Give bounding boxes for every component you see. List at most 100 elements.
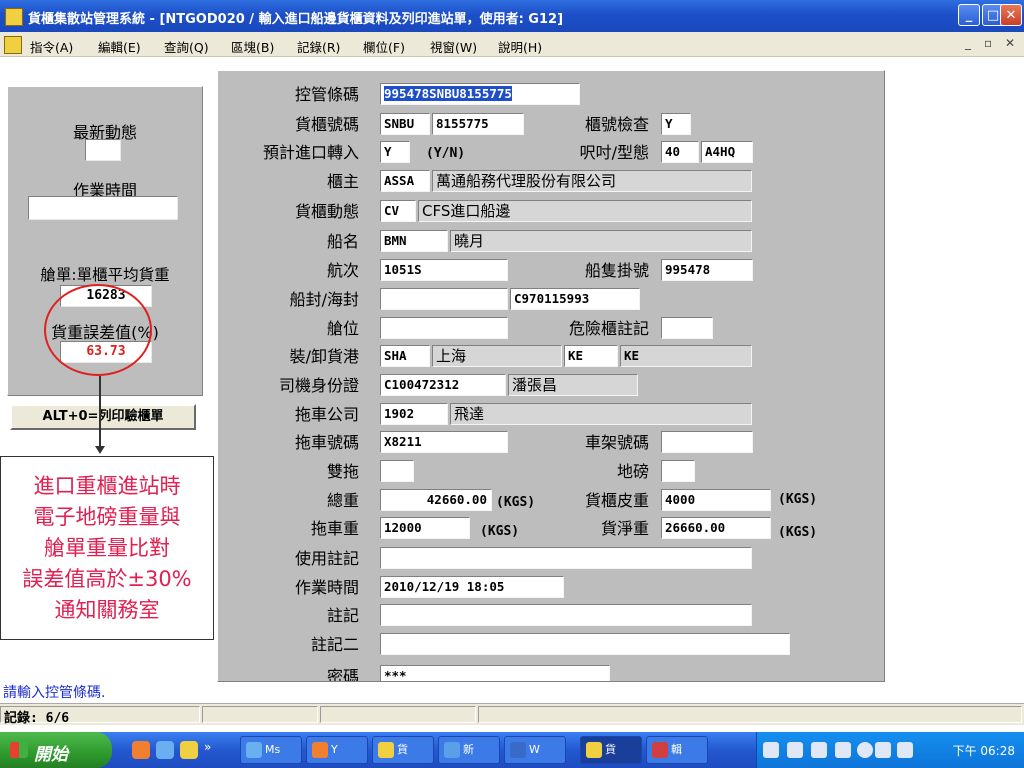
- menu-edit[interactable]: 編輯(E): [98, 37, 141, 56]
- ship-seal-field[interactable]: [380, 288, 508, 310]
- gross-weight-field[interactable]: 42660.00: [380, 489, 492, 511]
- menu-query[interactable]: 查詢(Q): [164, 37, 209, 56]
- customs-seal-field[interactable]: C970115993: [510, 288, 640, 310]
- record-counter: 記錄: 6/6: [4, 711, 70, 726]
- chassis-field[interactable]: [661, 431, 753, 453]
- remark2-label: 註記二: [310, 635, 359, 654]
- ime-icon[interactable]: [835, 742, 851, 758]
- seal-label: 船封/海封: [289, 290, 359, 309]
- taskbar-button-ms[interactable]: Ms: [240, 736, 302, 764]
- taskbar-button-cargo1[interactable]: 貨: [372, 736, 434, 764]
- load-port-code-field[interactable]: SHA: [380, 345, 430, 367]
- password-field[interactable]: ***: [380, 665, 610, 681]
- truck-weight-label: 拖車重: [310, 519, 359, 538]
- latest-status-field[interactable]: [85, 139, 121, 161]
- driver-name-field: 潘張昌: [508, 374, 638, 396]
- truck-no-field[interactable]: X8211: [380, 431, 508, 453]
- type-field[interactable]: A4HQ: [701, 141, 753, 163]
- print-inspection-button[interactable]: ALT+0=列印驗櫃單: [10, 404, 196, 430]
- minimize-button[interactable]: _: [958, 4, 980, 26]
- transfer-field[interactable]: Y: [380, 141, 410, 163]
- mdi-restore-icon[interactable]: ▫: [984, 36, 992, 50]
- taskbar-button-word[interactable]: W: [504, 736, 566, 764]
- window-title: 貨櫃集散站管理系統 - [NTGOD020 / 輸入進口船邊貨櫃資料及列印進站單…: [28, 12, 564, 27]
- menu-window[interactable]: 視窗(W): [430, 37, 477, 56]
- control-code-label: 控管條碼: [294, 85, 359, 104]
- quicklaunch-more-icon[interactable]: »: [204, 740, 211, 754]
- transfer-label: 預計進口轉入: [262, 143, 359, 162]
- menu-record[interactable]: 記錄(R): [297, 37, 340, 56]
- work-time-field[interactable]: [28, 196, 178, 220]
- annotation-note: 進口重櫃進站時 電子地磅重量與 艙單重量比對 誤差值高於±30% 通知關務室: [0, 456, 214, 640]
- app-quicklaunch-icon[interactable]: [180, 741, 198, 759]
- keyboard-icon[interactable]: [787, 742, 803, 758]
- container-no-label: 貨櫃號碼: [294, 115, 359, 134]
- menu-block[interactable]: 區塊(B): [231, 37, 274, 56]
- movement-code-field[interactable]: CV: [380, 200, 416, 222]
- discharge-port-code-field[interactable]: KE: [564, 345, 618, 367]
- call-sign-field[interactable]: 995478: [661, 259, 753, 281]
- callout-arrow-head: [95, 446, 105, 454]
- messenger-icon[interactable]: [156, 741, 174, 759]
- dg-field[interactable]: [661, 317, 713, 339]
- start-button[interactable]: 開始: [0, 732, 112, 768]
- highlight-circle: [44, 284, 152, 376]
- taskbar-button-label: 貨: [605, 743, 616, 756]
- control-code-field[interactable]: 995478SNBU8155775: [380, 83, 580, 105]
- note-line: 艙單重量比對: [44, 536, 170, 560]
- taskbar-button-cargo-active[interactable]: 貨: [580, 736, 642, 764]
- taskbar-button-label: Ms: [265, 743, 281, 756]
- remark2-field[interactable]: [380, 633, 790, 655]
- container-no-field[interactable]: 8155775: [432, 113, 524, 135]
- help-icon[interactable]: [811, 742, 827, 758]
- net-weight-field[interactable]: 26660.00: [661, 517, 771, 539]
- truck-no-label: 拖車號碼: [294, 433, 359, 452]
- start-label: 開始: [34, 745, 68, 765]
- tare-field[interactable]: 4000: [661, 489, 771, 511]
- taskbar-button-edit[interactable]: 輯: [646, 736, 708, 764]
- mdi-close-icon[interactable]: ✕: [1005, 36, 1015, 50]
- menu-bar: 指令(A) 編輯(E) 查詢(Q) 區塊(B) 記錄(R) 欄位(F) 視窗(W…: [0, 32, 1024, 57]
- container-entry-form: 控管條碼 995478SNBU8155775 貨櫃號碼 SNBU 8155775…: [217, 70, 885, 682]
- vessel-code-field[interactable]: BMN: [380, 230, 448, 252]
- tray-expand-icon[interactable]: [857, 742, 873, 758]
- menu-command[interactable]: 指令(A): [30, 37, 73, 56]
- mdi-minimize-icon[interactable]: _: [965, 36, 971, 50]
- chassis-label: 車架號碼: [584, 433, 649, 452]
- word-icon: [510, 742, 526, 758]
- taskbar-button-ie[interactable]: 新: [438, 736, 500, 764]
- container-prefix-field[interactable]: SNBU: [380, 113, 430, 135]
- owner-name-field: 萬通船務代理股份有限公司: [432, 170, 752, 192]
- tray-scroll-icon[interactable]: [763, 742, 779, 758]
- vessel-label: 船名: [326, 232, 359, 251]
- remark-field[interactable]: [380, 604, 752, 626]
- callout-arrow-line: [99, 376, 101, 450]
- firefox-icon[interactable]: [132, 741, 150, 759]
- truck-weight-unit: (KGS): [480, 524, 520, 539]
- size-field[interactable]: 40: [661, 141, 699, 163]
- driver-id-label: 司機身份證: [278, 376, 359, 395]
- truck-weight-field[interactable]: 12000: [380, 517, 470, 539]
- usage-field[interactable]: [380, 547, 752, 569]
- taskbar-button-label: 輯: [671, 743, 682, 756]
- menu-field[interactable]: 欄位(F): [363, 37, 405, 56]
- slot-field[interactable]: [380, 317, 508, 339]
- driver-id-field[interactable]: C100472312: [380, 374, 506, 396]
- tare-label: 貨櫃皮重: [584, 491, 649, 510]
- app-icon-small: [378, 742, 394, 758]
- hint-text: 請輸入控管條碼.: [0, 682, 1024, 702]
- network-icon[interactable]: [897, 742, 913, 758]
- trucking-code-field[interactable]: 1902: [380, 403, 448, 425]
- op-time-field[interactable]: 2010/12/19 18:05: [380, 576, 564, 598]
- scale-field[interactable]: [661, 460, 695, 482]
- taskbar: 開始 » Ms Y 貨 新 W 貨 輯 下午 06:28: [0, 732, 1024, 768]
- double-tow-field[interactable]: [380, 460, 414, 482]
- taskbar-button-y[interactable]: Y: [306, 736, 368, 764]
- menu-help[interactable]: 說明(H): [498, 37, 542, 56]
- check-field[interactable]: Y: [661, 113, 691, 135]
- owner-code-field[interactable]: ASSA: [380, 170, 430, 192]
- voyage-field[interactable]: 1051S: [380, 259, 508, 281]
- audio-icon[interactable]: [875, 742, 891, 758]
- double-tow-label: 雙拖: [326, 462, 359, 481]
- close-button[interactable]: ✕: [1000, 4, 1022, 26]
